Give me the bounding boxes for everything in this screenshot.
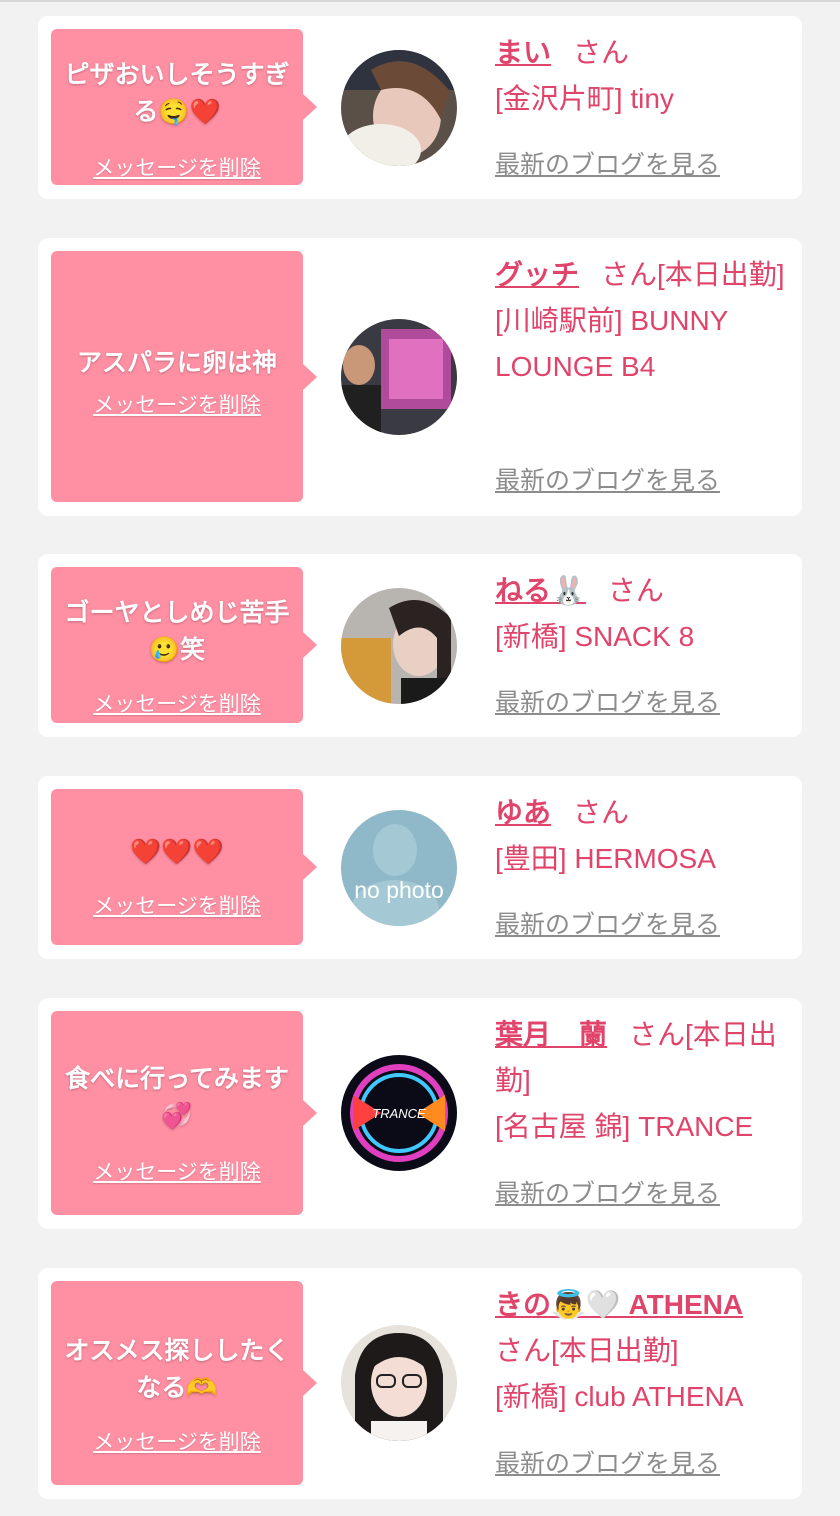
message-bubble: アスパラに卵は神 メッセージを削除 xyxy=(51,251,317,502)
latest-blog-link[interactable]: 最新のブログを見る xyxy=(495,1179,720,1209)
profile-info: まい さん [金沢片町] tiny xyxy=(495,30,795,122)
profile-name-link[interactable]: 葉月 蘭 xyxy=(495,1019,607,1050)
shop-name: [名古屋 錦] TRANCE xyxy=(495,1111,754,1142)
honorific: さん xyxy=(573,37,630,68)
profile-name-link[interactable]: ねる🐰 xyxy=(495,575,586,606)
profile-info: きの👼🤍 ATHENA さん[本日出勤] [新橋] club ATHENA xyxy=(495,1282,795,1420)
delete-message-link[interactable]: メッセージを削除 xyxy=(51,392,303,418)
no-photo-label: no photo xyxy=(354,877,444,903)
top-divider xyxy=(0,0,840,2)
latest-blog-link[interactable]: 最新のブログを見る xyxy=(495,910,720,940)
message-card: ピザおいしそうすぎる🤤❤️ メッセージを削除 まい さん [金沢片町] tiny … xyxy=(38,16,802,199)
profile-info: グッチ さん[本日出勤] [川崎駅前] BUNNY LOUNGE B4 xyxy=(495,252,795,390)
avatar[interactable]: TRANCE xyxy=(341,1055,457,1171)
profile-name-link[interactable]: グッチ xyxy=(495,259,579,290)
shop-name: [豊田] HERMOSA xyxy=(495,843,716,874)
message-bubble: ❤️❤️❤️ メッセージを削除 xyxy=(51,789,317,945)
message-card: ゴーヤとしめじ苦手🥲笑 メッセージを削除 ねる🐰 さん [新橋] SNACK 8 … xyxy=(38,554,802,737)
latest-blog-link[interactable]: 最新のブログを見る xyxy=(495,466,720,496)
profile-name-link[interactable]: きの👼🤍 ATHENA xyxy=(495,1289,743,1320)
shop-name: [金沢片町] tiny xyxy=(495,83,674,114)
message-card: ❤️❤️❤️ メッセージを削除 no photo ゆあ さん [豊田] HERMO… xyxy=(38,776,802,959)
trance-logo-text: TRANCE xyxy=(372,1106,426,1121)
shop-name: [川崎駅前] BUNNY LOUNGE B4 xyxy=(495,305,728,382)
avatar[interactable] xyxy=(341,1325,457,1441)
shop-name: [新橋] SNACK 8 xyxy=(495,621,695,652)
avatar[interactable] xyxy=(341,588,457,704)
message-card: 食べに行ってみます💞 メッセージを削除 TRANCE 葉月 蘭さん[本日出勤] … xyxy=(38,998,802,1229)
message-bubble: オスメス探ししたくなる🫶 メッセージを削除 xyxy=(51,1281,317,1485)
avatar[interactable]: no photo xyxy=(341,810,457,926)
honorific: さん xyxy=(607,575,664,606)
latest-blog-link[interactable]: 最新のブログを見る xyxy=(495,150,720,180)
profile-name-link[interactable]: ゆあ xyxy=(495,797,551,828)
shop-name: [新橋] club ATHENA xyxy=(495,1381,744,1412)
message-bubble: ピザおいしそうすぎる🤤❤️ メッセージを削除 xyxy=(51,29,317,185)
latest-blog-link[interactable]: 最新のブログを見る xyxy=(495,688,720,718)
delete-message-link[interactable]: メッセージを削除 xyxy=(51,1159,303,1185)
profile-name-link[interactable]: まい xyxy=(495,37,551,68)
avatar[interactable] xyxy=(341,50,457,166)
delete-message-link[interactable]: メッセージを削除 xyxy=(51,1429,303,1455)
honorific: さん xyxy=(573,797,630,828)
delete-message-link[interactable]: メッセージを削除 xyxy=(51,893,303,919)
message-text: ❤️❤️❤️ xyxy=(130,837,224,866)
message-bubble: 食べに行ってみます💞 メッセージを削除 xyxy=(51,1011,317,1215)
profile-info: ゆあ さん [豊田] HERMOSA xyxy=(495,790,795,882)
latest-blog-link[interactable]: 最新のブログを見る xyxy=(495,1449,720,1479)
delete-message-link[interactable]: メッセージを削除 xyxy=(51,691,303,717)
message-text: 食べに行ってみます💞 xyxy=(65,1064,289,1130)
message-card: アスパラに卵は神 メッセージを削除 グッチ さん[本日出勤] [川崎駅前] BUN… xyxy=(38,238,802,516)
message-text: ゴーヤとしめじ苦手🥲笑 xyxy=(64,598,290,664)
message-text: アスパラに卵は神 xyxy=(76,348,277,377)
message-card: オスメス探ししたくなる🫶 メッセージを削除 きの👼🤍 ATHENA さん[本日出… xyxy=(38,1268,802,1499)
message-text: ピザおいしそうすぎる🤤❤️ xyxy=(64,60,290,126)
message-text: オスメス探ししたくなる🫶 xyxy=(64,1336,290,1402)
delete-message-link[interactable]: メッセージを削除 xyxy=(51,155,303,181)
honorific: さん[本日出勤] xyxy=(495,1335,679,1366)
message-bubble: ゴーヤとしめじ苦手🥲笑 メッセージを削除 xyxy=(51,567,317,723)
honorific: さん[本日出勤] xyxy=(601,259,785,290)
avatar[interactable] xyxy=(341,319,457,435)
profile-info: ねる🐰 さん [新橋] SNACK 8 xyxy=(495,568,795,660)
profile-info: 葉月 蘭さん[本日出勤] [名古屋 錦] TRANCE xyxy=(495,1012,795,1150)
